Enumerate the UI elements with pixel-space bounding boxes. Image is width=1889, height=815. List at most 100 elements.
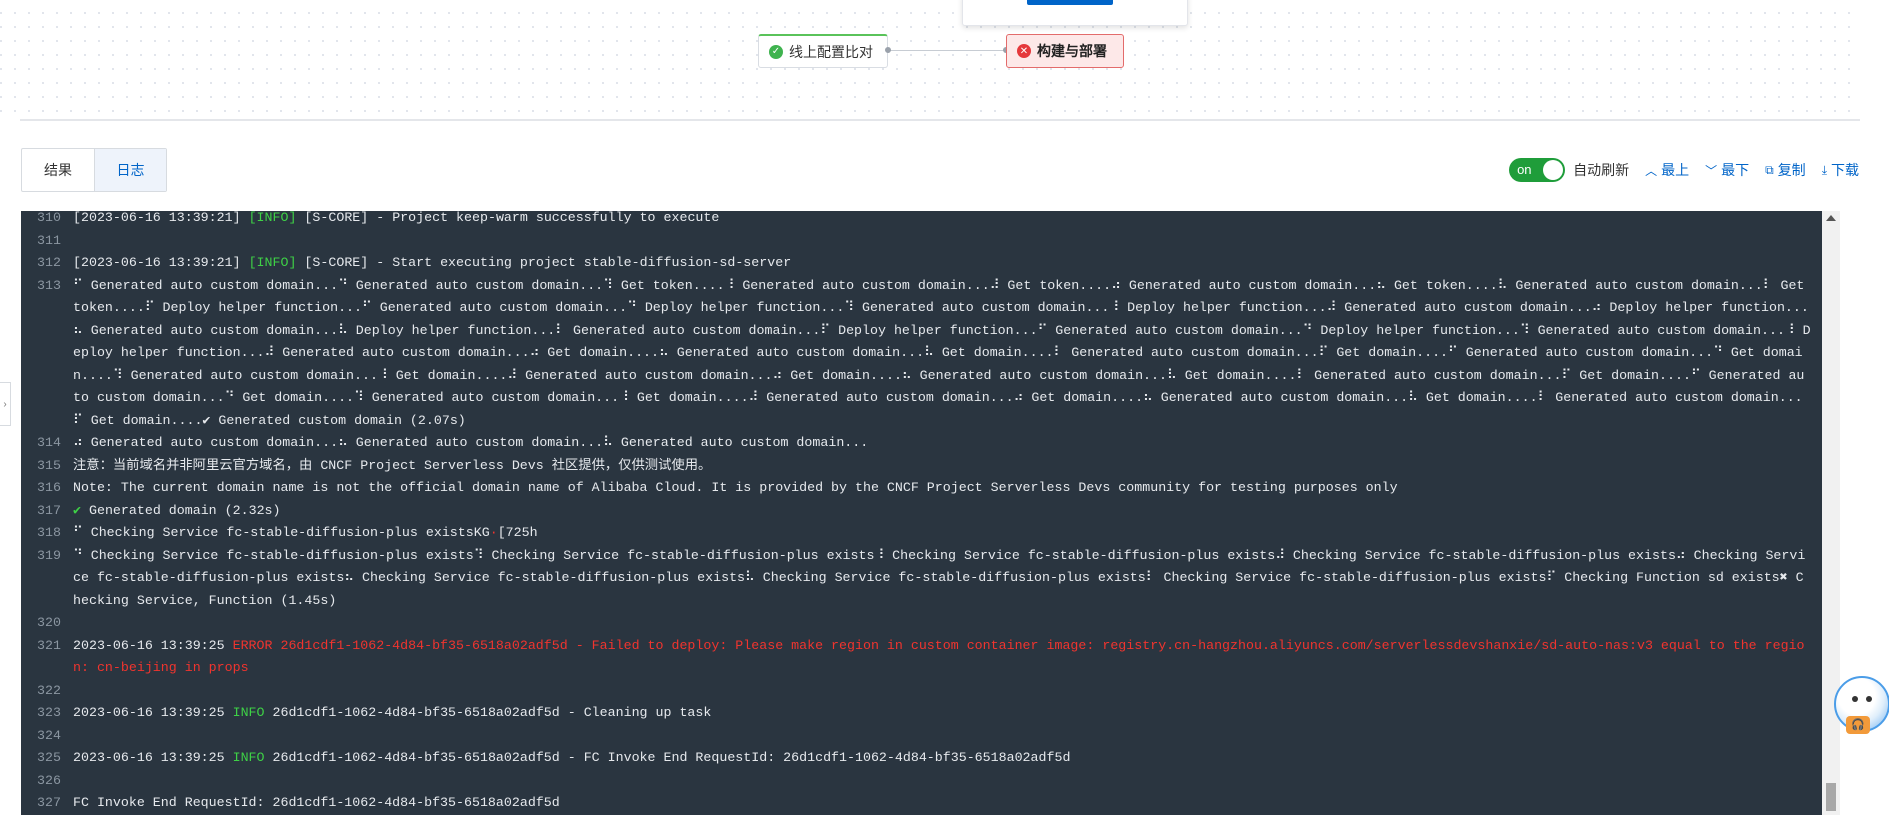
log-console[interactable]: 310 [2023-06-16 13:39:21] [INFO] [S-CORE]…	[21, 211, 1840, 815]
log-segment: ⠋ Checking Service fc-stable-diffusion-p…	[73, 525, 490, 540]
download-button[interactable]: ⤓ 下载	[1822, 160, 1859, 180]
chevron-up-icon: ︿	[1645, 163, 1658, 178]
log-level-info: [INFO]	[248, 255, 297, 270]
log-segment: 2023-06-16 13:39:25	[73, 705, 233, 720]
log-level-info: [INFO]	[248, 211, 297, 225]
line-number: 310	[37, 211, 61, 225]
log-segment: ⠙ Checking Service fc-stable-diffusion-p…	[73, 547, 1806, 608]
pipeline-canvas: ✓ 线上配置比对 ✕ 构建与部署	[0, 0, 1860, 120]
log-line: 326	[21, 770, 1831, 793]
log-lines: 310 [2023-06-16 13:39:21] [INFO] [S-CORE]…	[21, 211, 1831, 815]
log-level-info: INFO	[232, 750, 265, 765]
line-number: 322	[37, 682, 61, 698]
line-number: 326	[37, 772, 61, 788]
log-segment: 26d1cdf1-1062-4d84-bf35-6518a02adf5d - C…	[264, 705, 712, 720]
log-toolbar: on 自动刷新 ︿ 最上 ﹀ 最下 ⧉ 复制 ⤓ 下载	[1509, 158, 1859, 182]
auto-refresh-toggle[interactable]: on	[1509, 158, 1566, 182]
log-segment: 2023-06-16 13:39:25	[73, 750, 233, 765]
log-line: 320	[21, 612, 1831, 635]
tab-log[interactable]: 日志	[94, 149, 166, 191]
log-line: 325 2023-06-16 13:39:25 INFO 26d1cdf1-106…	[21, 747, 1831, 770]
connector-start-dot	[885, 47, 891, 53]
log-text: [2023-06-16 13:39:21] [INFO] [S-CORE] - …	[73, 252, 1831, 275]
copy-label: 复制	[1777, 162, 1806, 178]
log-segment: 注意：当前域名并非阿里云官方域名，由 CNCF Project Serverle…	[73, 457, 712, 473]
stage-online-config-compare[interactable]: ✓ 线上配置比对	[758, 34, 888, 68]
line-number: 321	[37, 637, 61, 653]
popover	[962, 0, 1188, 26]
popover-button[interactable]	[1027, 0, 1113, 5]
log-line: 314 ⠴ Generated auto custom domain...⠦ Ge…	[21, 432, 1831, 455]
tab-result[interactable]: 结果	[22, 149, 94, 191]
log-text: ⠋ Generated auto custom domain...⠙ Gener…	[73, 275, 1831, 433]
log-segment: [2023-06-16 13:39:21]	[73, 255, 249, 270]
scroll-up-arrow-icon[interactable]	[1826, 215, 1836, 221]
log-text: [2023-06-16 13:39:21] [INFO] [S-CORE] - …	[73, 211, 1831, 230]
log-segment: ⠴ Generated auto custom domain...⠦ Gener…	[73, 435, 869, 450]
log-text: ⠙ Checking Service fc-stable-diffusion-p…	[73, 545, 1831, 613]
side-collapse-handle[interactable]: ›	[0, 382, 11, 426]
log-segment: 2023-06-16 13:39:25	[73, 637, 233, 653]
log-segment: Note: The current domain name is not the…	[73, 480, 1398, 495]
log-line: 317 ✔ Generated domain (2.32s)	[21, 500, 1831, 523]
toggle-knob	[1543, 160, 1564, 180]
check-circle-icon: ✓	[769, 44, 783, 59]
download-label: 下载	[1831, 162, 1859, 178]
log-text: ✔ Generated domain (2.32s)	[73, 500, 1831, 523]
robot-eye	[1866, 696, 1872, 702]
scroll-top-button[interactable]: ︿ 最上	[1645, 160, 1689, 180]
log-line: 316 Note: The current domain name is not …	[21, 477, 1831, 500]
line-number: 311	[37, 232, 61, 248]
line-number: 319	[37, 547, 61, 563]
scroll-bottom-button[interactable]: ﹀ 最下	[1705, 160, 1749, 180]
log-segment: [S-CORE] - Project keep-warm successfull…	[296, 211, 720, 225]
copy-icon: ⧉	[1765, 162, 1774, 177]
assistant-bot-avatar[interactable]: 🎧	[1828, 670, 1889, 742]
log-line: 313 ⠋ Generated auto custom domain...⠙ Ge…	[21, 275, 1831, 433]
log-segment: ⠋ Generated auto custom domain...⠙ Gener…	[73, 277, 1813, 428]
log-segment: 26d1cdf1-1062-4d84-bf35-6518a02adf5d - F…	[264, 750, 1071, 765]
scroll-bottom-label: 最下	[1721, 162, 1750, 178]
log-line: 319 ⠙ Checking Service fc-stable-diffusio…	[21, 545, 1831, 613]
line-number: 313	[37, 277, 61, 293]
stage-connector	[888, 50, 1006, 51]
copy-button[interactable]: ⧉ 复制	[1765, 160, 1806, 180]
log-segment: [S-CORE] - Start executing project stabl…	[296, 255, 792, 270]
stage-build-deploy[interactable]: ✕ 构建与部署	[1006, 34, 1124, 68]
log-segment: FC Invoke End RequestId: 26d1cdf1-1062-4…	[73, 795, 560, 810]
chevron-right-icon: ›	[3, 398, 7, 410]
log-line: 315 注意：当前域名并非阿里云官方域名，由 CNCF Project Serve…	[21, 455, 1831, 478]
chevron-down-icon: ﹀	[1705, 163, 1718, 178]
log-segment: [725h	[497, 525, 538, 540]
divider	[20, 119, 1860, 121]
line-number: 317	[37, 502, 61, 518]
line-number: 318	[37, 525, 61, 540]
log-text: 2023-06-16 13:39:25 INFO 26d1cdf1-1062-4…	[73, 702, 1831, 725]
result-log-tabs: 结果 日志	[21, 148, 167, 192]
log-level-info: INFO	[232, 705, 265, 720]
log-error-text: ERROR 26d1cdf1-1062-4d84-bf35-6518a02adf…	[73, 637, 1805, 676]
log-line: 321 2023-06-16 13:39:25 ERROR 26d1cdf1-10…	[21, 635, 1831, 680]
scrollbar-thumb[interactable]	[1826, 783, 1836, 811]
line-number: 314	[37, 435, 61, 450]
log-text: FC Invoke End RequestId: 26d1cdf1-1062-4…	[73, 792, 1831, 815]
line-number: 320	[37, 615, 61, 630]
log-text: 2023-06-16 13:39:25 INFO 26d1cdf1-1062-4…	[73, 747, 1831, 770]
toggle-state-label: on	[1517, 162, 1532, 177]
robot-eye	[1852, 696, 1858, 702]
log-line: 312 [2023-06-16 13:39:21] [INFO] [S-CORE]…	[21, 252, 1831, 275]
stage-label: 构建与部署	[1037, 43, 1107, 59]
line-number: 315	[37, 457, 61, 473]
log-line: 311	[21, 230, 1831, 253]
line-number: 312	[37, 255, 61, 270]
line-number: 325	[37, 750, 61, 765]
log-line: 318 ⠋ Checking Service fc-stable-diffusio…	[21, 522, 1831, 545]
log-line: 327 FC Invoke End RequestId: 26d1cdf1-106…	[21, 792, 1831, 815]
scroll-top-label: 最上	[1661, 162, 1690, 178]
log-error-text: ·	[489, 525, 498, 540]
